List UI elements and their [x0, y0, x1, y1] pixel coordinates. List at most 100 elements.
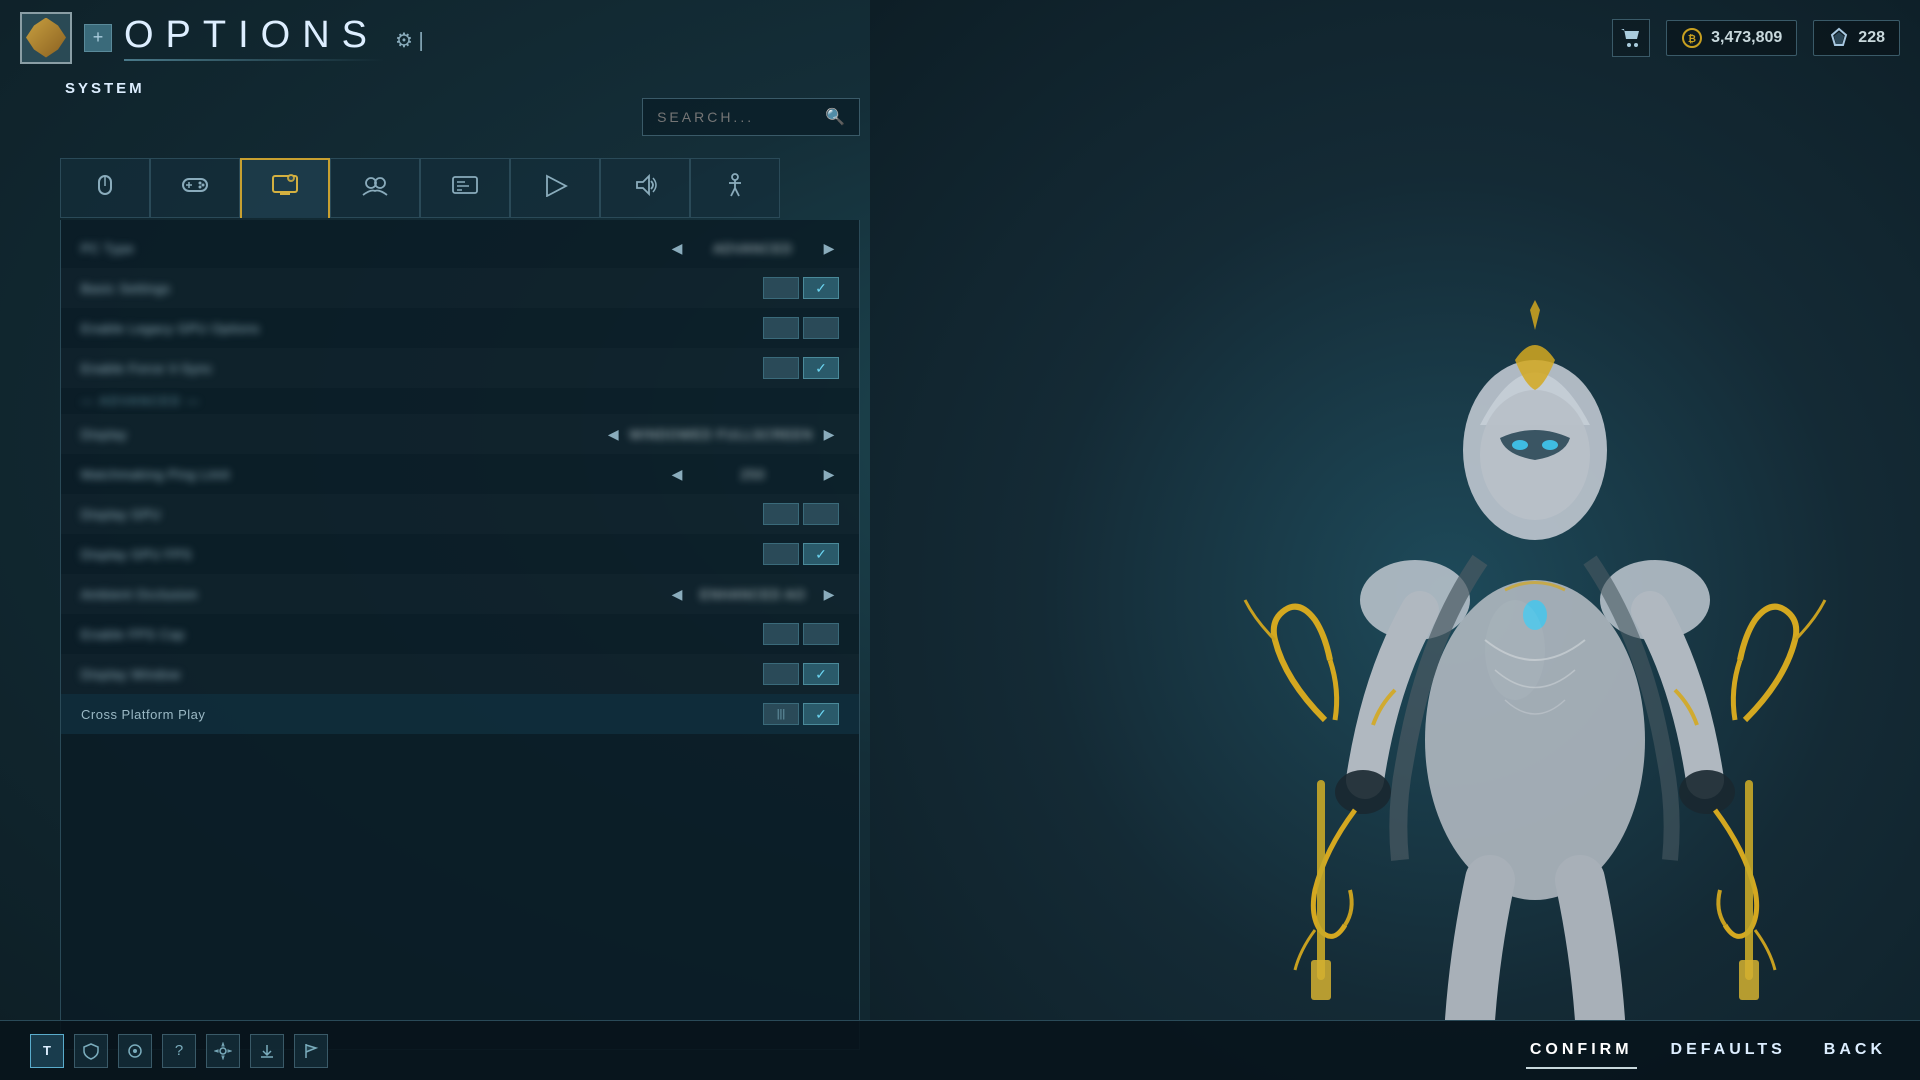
setting-row-vsync: Enable Force V-Sync ✓: [61, 348, 859, 388]
toggle-2[interactable]: ✓: [763, 277, 839, 299]
tab-audio[interactable]: [600, 158, 690, 218]
toggle-off-2[interactable]: [763, 277, 799, 299]
setting-row-2: Basic Settings ✓: [61, 268, 859, 308]
bottom-icon-settings[interactable]: [206, 1034, 240, 1068]
back-button[interactable]: BACK: [1820, 1033, 1890, 1069]
svg-text:₿: ₿: [1688, 33, 1696, 45]
arrow-left-display[interactable]: ◀: [603, 424, 623, 444]
setting-row-pc-type: PC Type ◀ ADVANCED ▶: [61, 228, 859, 268]
tab-accessibility[interactable]: [690, 158, 780, 218]
toggle-off-cross-platform[interactable]: |||: [763, 703, 799, 725]
character-display: [870, 0, 1920, 1080]
section-label: SYSTEM: [60, 80, 145, 97]
setting-control-ao[interactable]: ◀ ENHANCED AO ▶: [667, 584, 839, 604]
bottom-icons: T ?: [30, 1034, 328, 1068]
confirm-button[interactable]: CONFIRM: [1526, 1033, 1637, 1069]
search-bar[interactable]: 🔍: [642, 98, 860, 136]
options-panel: SYSTEM 🔍: [60, 80, 860, 1020]
arrow-right-matchmaking[interactable]: ▶: [819, 464, 839, 484]
tab-interface[interactable]: [420, 158, 510, 218]
settings-gear-icon: [214, 1042, 232, 1060]
arrow-left-ao[interactable]: ◀: [667, 584, 687, 604]
tab-display[interactable]: [240, 158, 330, 218]
check-cross-platform: ✓: [815, 706, 827, 723]
avatar-image: [26, 18, 66, 58]
defaults-button[interactable]: DEFAULTS: [1667, 1033, 1790, 1069]
setting-row-gpufps: Display GPU FPS ✓: [61, 534, 859, 574]
setting-value-ao: ENHANCED AO: [693, 587, 813, 602]
bottom-bar: T ?: [0, 1020, 1920, 1080]
divider-advanced: — ADVANCED —: [61, 388, 859, 414]
setting-label-pc-type: PC Type: [81, 241, 667, 256]
toggle-on-window[interactable]: ✓: [803, 663, 839, 685]
setting-control-pc-type[interactable]: ◀ ADVANCED ▶: [667, 238, 839, 258]
tab-controller[interactable]: [150, 158, 240, 218]
arrow-right-ao[interactable]: ▶: [819, 584, 839, 604]
waypoint-icon: [126, 1042, 144, 1060]
toggle-off-fpscap2[interactable]: [803, 623, 839, 645]
setting-label-gpu: Display GPU: [81, 507, 763, 522]
tab-social[interactable]: [330, 158, 420, 218]
bottom-icon-help[interactable]: ?: [162, 1034, 196, 1068]
title-underline: [124, 59, 384, 61]
toggle-gpu[interactable]: [763, 503, 839, 525]
tab-mouse[interactable]: [60, 158, 150, 218]
toggle-fpscap[interactable]: [763, 623, 839, 645]
setting-control-matchmaking[interactable]: ◀ 250 ▶: [667, 464, 839, 484]
settings-icon: ⚙ |: [395, 28, 424, 53]
setting-label-gpufps: Display GPU FPS: [81, 547, 763, 562]
toggle-off-legacy[interactable]: [763, 317, 799, 339]
toggle-window[interactable]: ✓: [763, 663, 839, 685]
warframe-icon: T: [43, 1043, 51, 1058]
setting-label-cross-platform: Cross Platform Play: [81, 707, 763, 722]
setting-row-display: Display ◀ WINDOWED FULLSCREEN ▶: [61, 414, 859, 454]
player-avatar[interactable]: [20, 12, 72, 64]
toggle-vsync[interactable]: ✓: [763, 357, 839, 379]
setting-row-gpu: Display GPU: [61, 494, 859, 534]
setting-value-display: WINDOWED FULLSCREEN: [629, 427, 813, 442]
toggle-off-window[interactable]: [763, 663, 799, 685]
arrow-left-matchmaking[interactable]: ◀: [667, 464, 687, 484]
toggle-gpufps[interactable]: ✓: [763, 543, 839, 565]
toggle-cross-platform[interactable]: ||| ✓: [763, 703, 839, 725]
setting-label-2: Basic Settings: [81, 281, 763, 296]
toggle-off-vsync[interactable]: [763, 357, 799, 379]
toggle-on-cross-platform[interactable]: ✓: [803, 703, 839, 725]
platinum-display: 228: [1813, 20, 1900, 56]
toggle-on-2[interactable]: ✓: [803, 277, 839, 299]
toggle-off-gpufps[interactable]: [763, 543, 799, 565]
bottom-icon-warframe[interactable]: T: [30, 1034, 64, 1068]
tab-gameplay[interactable]: [510, 158, 600, 218]
toggle-on-gpufps[interactable]: ✓: [803, 543, 839, 565]
bottom-icon-download[interactable]: [250, 1034, 284, 1068]
toggle-off-fpscap[interactable]: [763, 623, 799, 645]
toggle-on-vsync[interactable]: ✓: [803, 357, 839, 379]
bottom-icon-flag[interactable]: [294, 1034, 328, 1068]
arrow-right-pc-type[interactable]: ▶: [819, 238, 839, 258]
arrow-right-display[interactable]: ▶: [819, 424, 839, 444]
setting-row-matchmaking: Matchmaking Ping Limit ◀ 250 ▶: [61, 454, 859, 494]
search-input[interactable]: [657, 109, 817, 125]
setting-value-pc-type: ADVANCED: [693, 241, 813, 256]
add-button[interactable]: +: [84, 24, 112, 52]
shield-icon: [82, 1042, 100, 1060]
arrow-left-pc-type[interactable]: ◀: [667, 238, 687, 258]
bottom-icon-shield[interactable]: [74, 1034, 108, 1068]
cart-button[interactable]: [1612, 19, 1650, 57]
setting-label-legacy: Enable Legacy GPU Options: [81, 321, 763, 336]
toggle-off-gpu[interactable]: [763, 503, 799, 525]
top-bar: + OPTIONS ⚙ | ₿ 3,473,809: [0, 0, 1920, 75]
toggle-off-gpu2[interactable]: [803, 503, 839, 525]
settings-list: PC Type ◀ ADVANCED ▶ Basic Settings ✓ En…: [60, 220, 860, 1050]
setting-row-legacy: Enable Legacy GPU Options: [61, 308, 859, 348]
toggle-off-legacy2[interactable]: [803, 317, 839, 339]
toggle-legacy[interactable]: [763, 317, 839, 339]
setting-value-matchmaking: 250: [693, 467, 813, 482]
help-icon: ?: [175, 1042, 183, 1059]
credits-icon: ₿: [1681, 27, 1703, 49]
bottom-icon-waypoint[interactable]: [118, 1034, 152, 1068]
setting-control-display[interactable]: ◀ WINDOWED FULLSCREEN ▶: [603, 424, 839, 444]
setting-row-ao: Ambient Occlusion ◀ ENHANCED AO ▶: [61, 574, 859, 614]
setting-label-vsync: Enable Force V-Sync: [81, 361, 763, 376]
top-left-section: + OPTIONS ⚙ |: [20, 12, 424, 64]
